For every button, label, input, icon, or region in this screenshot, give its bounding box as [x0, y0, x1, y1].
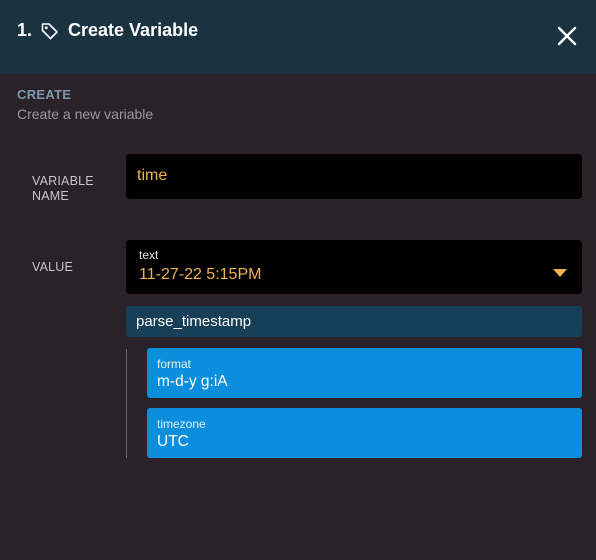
create-variable-panel: 1. Create Variable CREATE Create a new v… — [0, 0, 596, 560]
value-label: VALUE — [32, 260, 74, 274]
section-description: Create a new variable — [17, 106, 154, 122]
close-icon[interactable] — [556, 25, 578, 47]
param-format-label: format — [157, 357, 192, 371]
variable-name-label: VARIABLE NAME — [32, 174, 94, 203]
param-format-value: m-d-y g:iA — [157, 373, 228, 390]
header-title: 1. Create Variable — [17, 20, 198, 41]
param-timezone-value: UTC — [157, 433, 189, 450]
value-type-label: text — [139, 248, 159, 262]
value-select[interactable]: text 11-27-22 5:15PM — [126, 240, 582, 294]
function-bar[interactable]: parse_timestamp — [126, 306, 582, 337]
param-timezone-label: timezone — [157, 417, 206, 431]
panel-header: 1. Create Variable — [0, 0, 596, 74]
header-title-text: Create Variable — [68, 20, 199, 40]
chevron-down-icon[interactable] — [553, 265, 567, 277]
param-timezone[interactable]: timezone UTC — [147, 408, 582, 458]
section-label: CREATE — [17, 87, 72, 102]
value-text: 11-27-22 5:15PM — [139, 266, 262, 283]
step-number: 1. — [17, 20, 33, 40]
variable-name-input[interactable]: time — [126, 154, 582, 199]
tag-icon — [40, 21, 60, 41]
param-format[interactable]: format m-d-y g:iA — [147, 348, 582, 398]
param-connector-line — [126, 349, 127, 458]
